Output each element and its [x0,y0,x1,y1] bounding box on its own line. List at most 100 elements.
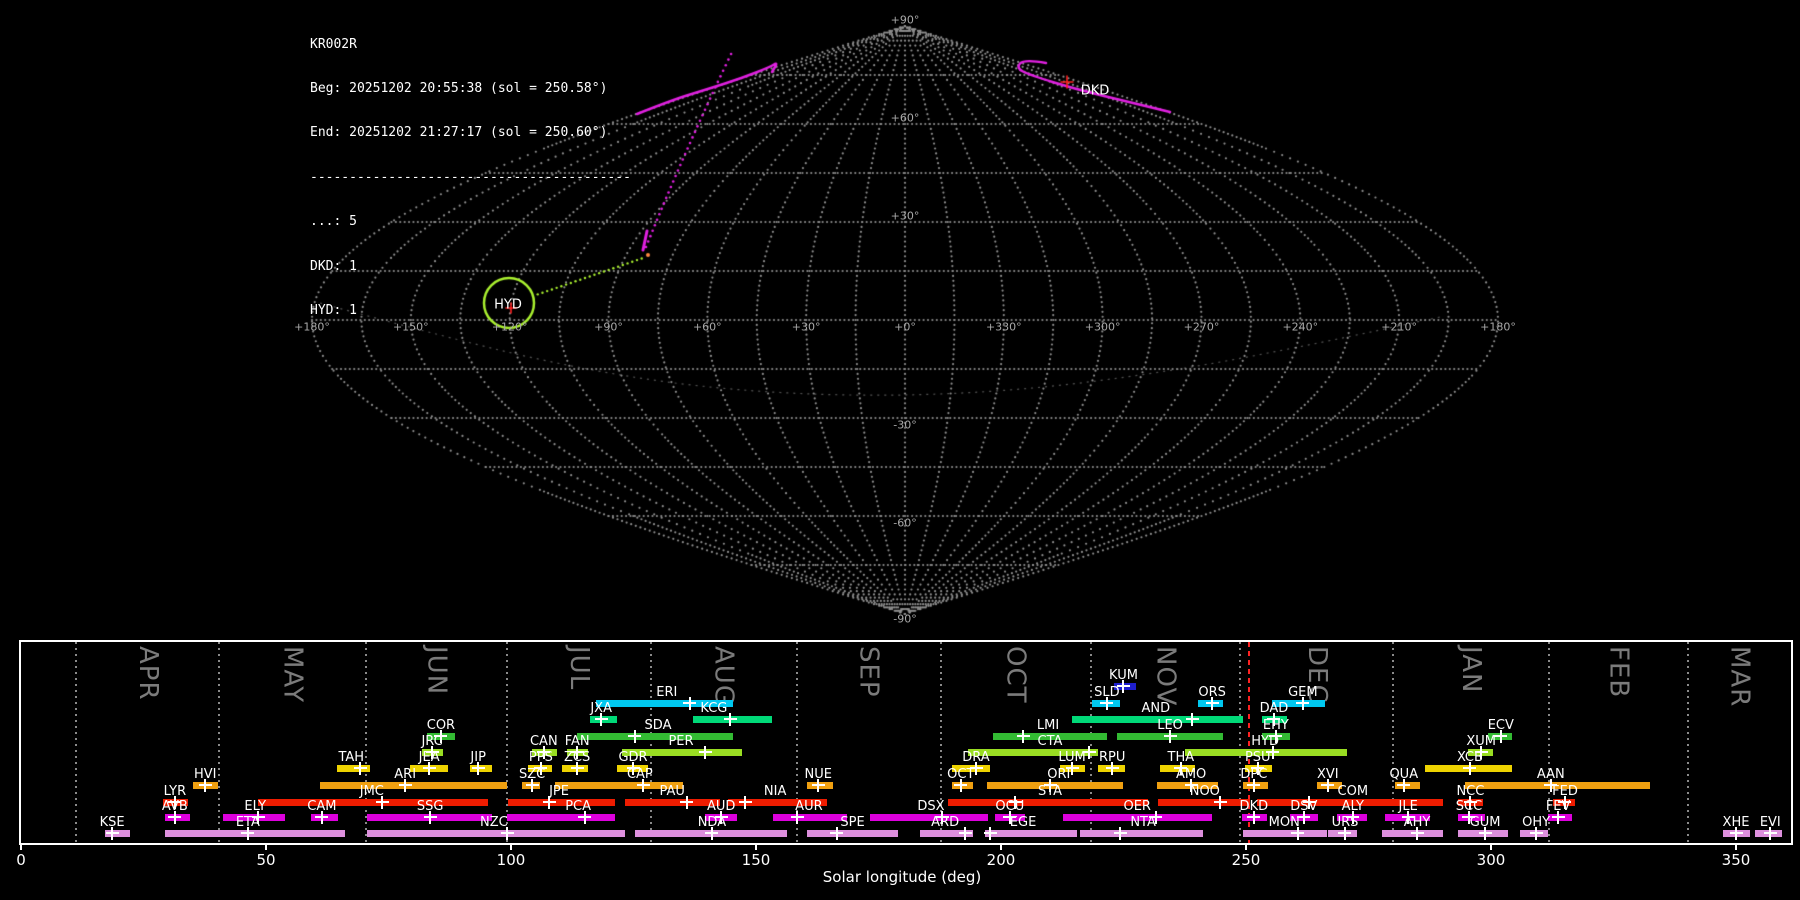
shower-peak-marker [1463,761,1477,775]
shower-bar [806,829,899,837]
map-lat-label: +30° [890,209,920,223]
shower-peak-marker [698,745,712,759]
shower-peak-marker [1205,696,1219,710]
shower-bar [366,829,626,837]
tick-label: 200 [986,851,1016,869]
shower-peak-marker [790,810,804,824]
month-separator [75,642,78,843]
shower-label: ARD [931,815,960,830]
month-label: OCT [1000,646,1031,704]
shower-peak-marker [1494,729,1508,743]
month-label: APR [132,646,163,701]
map-lat-label: -60° [893,516,917,530]
tick-label: 300 [1476,851,1506,869]
radiant-label-hyd: HYD [494,297,522,313]
observation-header: KR002R Beg: 20251202 20:55:38 (sol = 250… [310,8,631,348]
shower-peak-marker [1291,826,1305,840]
map-lon-label: +300° [1084,320,1121,334]
shower-peak-marker [1100,696,1114,710]
month-label: SEP [853,646,884,698]
shower-label: AND [1141,701,1171,716]
map-lon-label: +270° [1183,320,1220,334]
map-lon-label: +90° [594,320,623,334]
shower-peak-marker [636,778,650,792]
shower-peak-marker [1185,712,1199,726]
shower-label: STA [1037,784,1063,799]
map-lon-label: +210° [1381,320,1418,334]
count-dkd: DKD: 1 [310,258,357,274]
shower-peak-marker [1763,826,1777,840]
map-lat-label: +60° [890,111,920,125]
header-separator: ----------------------------------------… [310,169,631,185]
count-hyd: HYD: 1 [310,302,357,318]
shower-peak-marker [680,795,694,809]
map-lon-label: +0° [894,320,916,334]
shower-bar [577,732,733,740]
shower-peak-marker [353,761,367,775]
shower-bar [258,798,488,806]
shower-label: LMI [1036,718,1060,733]
shower-label: EGE [1009,815,1037,830]
shower-peak-marker [1410,826,1424,840]
tick-mark [265,843,267,850]
map-lon-label: +150° [392,320,429,334]
shower-peak-marker [423,810,437,824]
shower-peak-marker [1247,810,1261,824]
begin-time-line: Beg: 20251202 20:55:38 (sol = 250.58°) [310,80,608,96]
shower-peak-marker [1478,826,1492,840]
shower-bar [1243,829,1327,837]
shower-peak-marker [954,778,968,792]
shower-peak-marker [1529,826,1543,840]
month-label: NOV [1150,646,1181,707]
tick-mark [755,843,757,850]
month-separator [1686,642,1689,843]
radiant-label-dkd: DKD [1080,83,1110,99]
tick-label: 50 [256,851,276,869]
shower-bar [870,813,988,821]
map-lon-label: +30° [791,320,821,334]
tick-mark [1735,843,1737,850]
shower-peak-marker [1163,729,1177,743]
shower-peak-marker [958,826,972,840]
shower-bar [1079,829,1203,837]
end-time-line: End: 20251202 21:27:17 (sol = 250.60°) [310,125,608,141]
shower-bar [508,798,615,806]
shower-peak-marker [525,778,539,792]
month-label: AUG [708,646,739,706]
shower-peak-marker [241,826,255,840]
shower-bar [948,798,1148,806]
count-unclassified: ...: 5 [310,214,357,230]
month-label: JUL [563,646,594,691]
shower-bar [985,829,1077,837]
map-pole-label-north: +90° [890,13,920,27]
shower-peak-marker [628,729,642,743]
shower-bar [319,781,508,789]
shower-bar [165,829,345,837]
tick-mark [1000,843,1002,850]
shower-peak-marker [375,795,389,809]
shower-label: PER [668,734,694,749]
shower-label: SPE [840,815,865,830]
shower-peak-marker [315,810,329,824]
shower-peak-marker [500,826,514,840]
shower-peak-marker [168,810,182,824]
month-label: FEB [1603,646,1634,699]
map-lon-label: +180° [294,320,330,334]
shower-label: ERI [656,685,678,700]
shower-peak-marker [738,795,752,809]
shower-bar [507,813,615,821]
shower-peak-marker [830,826,844,840]
map-lat-label: -30° [893,418,917,432]
shower-peak-marker [198,778,212,792]
shower-peak-marker [1016,729,1030,743]
tick-label: 100 [496,851,526,869]
month-label: JUN [421,646,452,696]
map-lon-label: +120° [491,320,528,334]
tick-mark [1245,843,1247,850]
shower-label: SDA [644,718,672,733]
shower-peak-marker [1551,810,1565,824]
shower-peak-marker [105,826,119,840]
station-code: KR002R [310,36,357,52]
shower-label: NTA [1130,815,1156,830]
map-lon-label: +60° [692,320,722,334]
